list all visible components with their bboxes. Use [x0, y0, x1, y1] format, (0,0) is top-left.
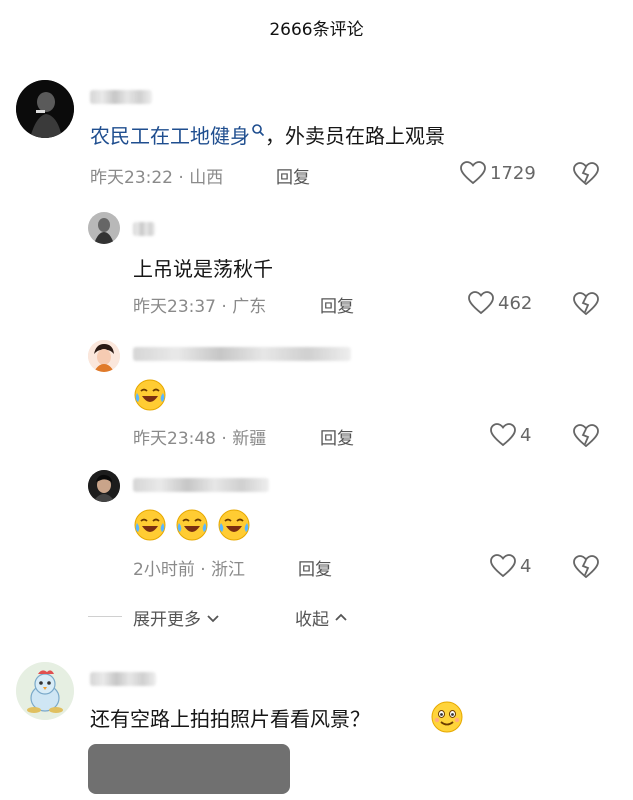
reply-button[interactable]: 回复 [276, 163, 310, 188]
timestamp: 昨天23:37 [133, 297, 216, 317]
smiling-emoji [431, 701, 463, 733]
reply-text: 上吊说是荡秋千 [133, 257, 273, 281]
laughing-crying-emoji [218, 509, 250, 541]
like-button[interactable]: 4 [490, 423, 531, 447]
laughing-crying-emoji [176, 509, 208, 541]
reply-meta: 昨天23:48 · 新疆 [133, 429, 267, 449]
chevron-down-icon [207, 614, 219, 622]
reply-button[interactable]: 回复 [320, 424, 354, 449]
dislike-icon[interactable] [572, 292, 600, 316]
reply-button[interactable]: 回复 [298, 555, 332, 580]
dislike-icon[interactable] [572, 162, 600, 186]
laughing-crying-emoji [134, 509, 166, 541]
username-blurred[interactable] [133, 478, 269, 492]
heart-icon [490, 554, 516, 578]
like-count: 462 [498, 292, 533, 314]
dislike-icon[interactable] [572, 424, 600, 448]
location: 新疆 [232, 429, 267, 449]
comment-text: 农民工在工地健身 ，外卖员在路上观景 [90, 120, 445, 149]
collapse-button[interactable]: 收起 [295, 605, 349, 630]
location: 广东 [232, 297, 267, 317]
comment-text-rest: ，外卖员在路上观景 [265, 124, 445, 148]
username-blurred[interactable] [90, 672, 156, 686]
heart-icon [490, 423, 516, 447]
heart-icon [460, 161, 486, 185]
like-count: 4 [520, 424, 532, 446]
username-blurred[interactable] [90, 90, 152, 104]
avatar[interactable] [88, 470, 120, 502]
location: 山西 [189, 168, 224, 188]
reply-button[interactable]: 回复 [320, 292, 354, 317]
username-blurred[interactable] [133, 347, 351, 361]
timestamp: 昨天23:48 [133, 429, 216, 449]
collapse-label: 收起 [295, 610, 329, 630]
like-button[interactable]: 4 [490, 554, 531, 578]
dislike-icon[interactable] [572, 555, 600, 579]
laughing-crying-emoji [134, 379, 166, 411]
reply-meta: 昨天23:37 · 广东 [133, 297, 267, 317]
avatar[interactable] [88, 212, 120, 244]
username-blurred[interactable] [133, 222, 155, 236]
timestamp: 2小时前 [133, 560, 195, 580]
image-attachment-placeholder[interactable] [88, 744, 290, 794]
avatar[interactable] [16, 80, 74, 138]
like-button[interactable]: 462 [468, 291, 532, 315]
comment-meta: 昨天23:22 · 山西 [90, 168, 224, 188]
avatar[interactable] [16, 662, 74, 720]
expand-more-label: 展开更多 [133, 610, 201, 630]
expand-more-button[interactable]: 展开更多 [133, 605, 221, 630]
chevron-up-icon [335, 613, 347, 621]
like-button[interactable]: 1729 [460, 161, 536, 185]
reply-meta: 2小时前 · 浙江 [133, 560, 246, 580]
like-count: 4 [520, 555, 532, 577]
topic-link[interactable]: 农民工在工地健身 [90, 124, 250, 148]
timestamp: 昨天23:22 [90, 168, 173, 188]
like-count: 1729 [490, 162, 536, 184]
comment-count-title: 2666条评论 [269, 20, 364, 40]
heart-icon [468, 291, 494, 315]
search-icon[interactable] [251, 123, 265, 137]
comment-text: 还有空路上拍拍照片看看风景？ [90, 707, 370, 731]
avatar[interactable] [88, 340, 120, 372]
location: 浙江 [211, 560, 246, 580]
divider [88, 616, 122, 617]
